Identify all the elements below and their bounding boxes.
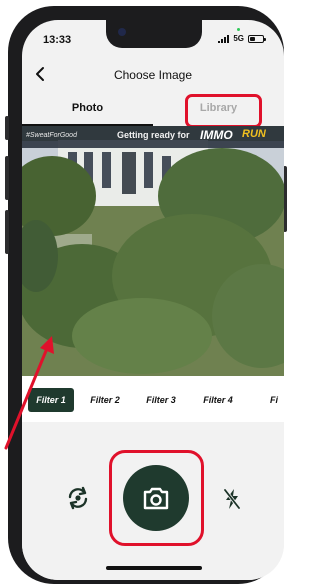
filter-item[interactable]: Filter 4 [195,388,241,412]
filter-item[interactable]: Fi [270,388,284,412]
phone-side-button [5,156,9,200]
preview-scene [22,126,284,376]
battery-icon [248,34,266,43]
network-label: 5G [233,34,244,43]
page-title: Choose Image [113,68,193,82]
phone-frame: 13:33 5G Choose Image Photo Library #Swe… [5,6,287,584]
signal-icon [218,34,230,43]
tab-photo[interactable]: Photo [22,92,153,126]
banner-hashtag: #SweatForGood [26,132,77,139]
notch [106,20,202,48]
front-camera [118,28,126,36]
banner-text: Getting ready for [117,130,190,140]
annotation-arrow [4,336,54,450]
camera-controls [22,422,284,580]
status-time: 13:33 [43,34,72,46]
phone-side-button [5,116,9,140]
banner-logo-accent: RUN [242,128,266,140]
privacy-indicator [237,28,240,31]
library-tab-highlight [185,94,262,128]
flash-off-icon[interactable] [223,488,241,510]
phone-side-button [5,210,9,254]
preview-banner: #SweatForGood Getting ready for IMMO RUN [22,126,284,148]
filter-item[interactable]: Filter 3 [138,388,184,412]
flip-camera-icon[interactable] [66,486,90,510]
filter-bar: Filter 1 Filter 2 Filter 3 Filter 4 Fi [22,376,284,422]
capture-button-highlight [109,450,204,546]
home-indicator [106,566,202,570]
filter-item[interactable]: Filter 2 [82,388,128,412]
nav-header: Choose Image [22,60,284,88]
camera-preview[interactable]: #SweatForGood Getting ready for IMMO RUN [22,126,284,376]
app-screen: 13:33 5G Choose Image Photo Library #Swe… [22,20,284,580]
banner-logo: IMMO [200,128,233,142]
status-indicators: 5G [218,34,266,43]
